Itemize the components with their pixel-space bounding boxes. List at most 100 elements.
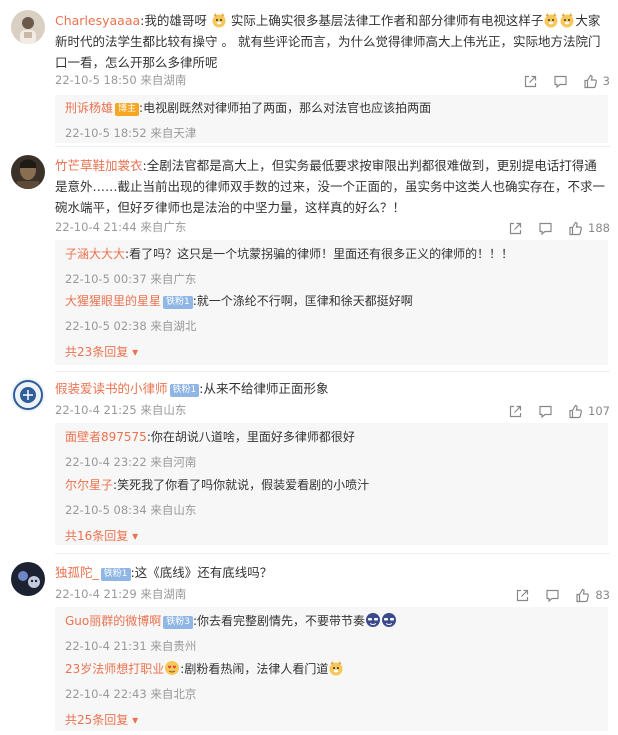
comment-location: 来自湖南 [140,73,187,87]
like-count: 3 [602,74,610,88]
reply-location: 来自湖北 [150,319,197,333]
more-replies-label: 共23条回复 [65,345,129,359]
comment-time: 22-10-5 18:50 [55,73,137,87]
share-button[interactable] [508,221,523,236]
reply-username[interactable]: 尔尔星子 [65,478,113,492]
comment-username[interactable]: 独孤陀_ [55,565,99,580]
comment-icon [545,588,560,603]
share-button[interactable] [508,404,523,419]
avatar[interactable] [11,378,45,412]
divider [55,553,610,554]
share-button[interactable] [523,74,538,89]
reply-time: 22-10-5 02:38 [65,319,147,333]
like-button[interactable]: 3 [583,74,610,89]
comment-icon [538,221,553,236]
reply-box: 子涵大大大:看了吗？这只是一个坑蒙拐骗的律师！里面还有很多正义的律师的！！！ 2… [55,240,608,365]
like-button[interactable]: 107 [568,404,610,419]
more-replies-link[interactable]: 共23条回复 ▾ [65,343,138,360]
comment-actions: 188 [493,219,610,237]
more-replies-link[interactable]: 共16条回复 ▾ [65,527,138,544]
comment-button[interactable] [538,221,553,236]
reply: Guo丽群的微博啊 铁粉3:你去看完整剧情先，不要带节奏 22-10-4 21:3… [65,611,602,654]
like-icon [575,588,590,603]
comment-meta: 22-10-5 18:50 来自湖南 [55,72,186,88]
like-button[interactable]: 83 [575,588,610,603]
reply-location: 来自贵州 [150,639,197,653]
cool-emoji [365,612,381,628]
comment-meta: 22-10-4 21:25 来自山东 [55,402,186,418]
share-icon [523,74,538,89]
fan-badge: 铁粉1 [163,296,193,309]
comment: 独孤陀_ 铁粉1:这《底线》还有底线吗？ 22-10-4 21:29 来自湖南 8… [0,562,618,734]
reply-username[interactable]: 面壁者897575 [65,430,147,444]
divider [55,371,610,372]
comment-username[interactable]: 竹芒草鞋加裳衣 [55,158,143,173]
comment-body: 竹芒草鞋加裳衣:全剧法官都是高大上，但实务最低要求按审限出判都很难做到，更别提电… [55,158,606,215]
more-replies-link[interactable]: 共25条回复 ▾ [65,711,138,728]
comment-text: 实际上确实很多基层法律工作者和部分律师有电视这样子 [226,13,544,28]
more-replies-label: 共25条回复 [65,713,129,727]
reply-location: 来自天津 [150,126,197,140]
comment-username[interactable]: Charlesyaaaa [55,13,140,28]
share-button[interactable] [515,588,530,603]
fan-badge: 铁粉3 [163,616,193,629]
comment-text: 这《底线》还有底线吗？ [134,565,273,580]
reply: 23岁法师想打职业:剧粉看热闹，法律人看门道 22-10-4 22:43 来自北… [65,659,602,702]
comment-body: Charlesyaaaa:我的雄哥呀 实际上确实很多基层法律工作者和部分律师有电… [55,12,601,70]
comment-body: 独孤陀_ 铁粉1:这《底线》还有底线吗？ [55,565,273,581]
reply-time: 22-10-5 18:52 [65,126,147,140]
chevron-down-icon: ▾ [132,345,139,359]
comment-button[interactable] [545,588,560,603]
comment-actions: 3 [508,72,610,90]
reply: 面壁者897575:你在胡说八道啥，里面好多律师都很好 22-10-4 23:2… [65,430,355,469]
reply-location: 来自河南 [150,455,197,469]
like-icon [568,404,583,419]
reply-text: 剧粉看热闹，法律人看门道 [184,662,329,676]
comment-list: Charlesyaaaa:我的雄哥呀 实际上确实很多基层法律工作者和部分律师有电… [0,0,618,735]
comment: 假装爱读书的小律师 铁粉1:从来不给律师正面形象 22-10-4 21:25 来自… [0,378,618,546]
reply-text: 电视剧既然对律师拍了两面，那么对法官也应该拍两面 [143,101,432,115]
blogger-badge: 博主 [115,103,140,116]
reply-location: 来自北京 [150,687,197,701]
reply-text: 就一个涤纶不行啊，匡律和徐天都挺好啊 [196,294,413,308]
comment-text: 我的雄哥呀 [144,13,207,28]
reply-box: 面壁者897575:你在胡说八道啥，里面好多律师都很好 22-10-4 23:2… [55,423,608,545]
avatar[interactable] [11,155,45,189]
reply-time: 22-10-5 00:37 [65,272,147,286]
doge-emoji [328,660,344,676]
like-count: 107 [588,404,610,418]
avatar[interactable] [11,562,45,596]
comment-button[interactable] [538,404,553,419]
comment-time: 22-10-4 21:29 [55,587,137,601]
heart-eyes-emoji [164,660,180,676]
reply-username[interactable]: 23岁法师想打职业 [65,662,164,676]
comment-text: 从来不给律师正面形象 [203,381,329,396]
reply: 刑诉杨雄 博主:电视剧既然对律师拍了两面，那么对法官也应该拍两面 22-10-5 … [65,101,432,140]
like-icon [583,74,598,89]
reply-text: 你在胡说八道啥，里面好多律师都很好 [150,430,355,444]
reply-text: 笑死我了你看了吗你就说，假装爱看剧的小喷汁 [117,478,370,492]
reply-text: 看了吗？这只是一个坑蒙拐骗的律师！里面还有很多正义的律师的！！！ [129,247,514,261]
reply-text: 你去看完整剧情先，不要带节奏 [197,614,366,628]
divider [55,146,610,147]
comment-icon [538,404,553,419]
reply-time: 22-10-5 08:34 [65,503,147,517]
reply-username[interactable]: 刑诉杨雄 [65,101,113,115]
reply-username[interactable]: 大猩猩眼里的星星 [65,294,161,308]
doge-emoji [543,12,559,28]
reply-username[interactable]: Guo丽群的微博啊 [65,614,161,628]
reply-location: 来自山东 [150,503,197,517]
reply-username[interactable]: 子涵大大大 [65,247,125,261]
more-replies-label: 共16条回复 [65,529,129,543]
comment-username[interactable]: 假装爱读书的小律师 [55,381,168,396]
comment: 竹芒草鞋加裳衣:全剧法官都是高大上，但实务最低要求按审限出判都很难做到，更别提电… [0,155,618,370]
comment: Charlesyaaaa:我的雄哥呀 实际上确实很多基层法律工作者和部分律师有电… [0,10,618,145]
like-button[interactable]: 188 [568,221,610,236]
comment-button[interactable] [553,74,568,89]
reply: 大猩猩眼里的星星 铁粉1:就一个涤纶不行啊，匡律和徐天都挺好啊 22-10-5 0… [65,294,413,333]
avatar[interactable] [11,10,45,44]
comment-location: 来自广东 [140,220,187,234]
fan-badge: 铁粉1 [169,384,200,397]
share-icon [508,404,523,419]
comment-location: 来自湖南 [140,587,187,601]
